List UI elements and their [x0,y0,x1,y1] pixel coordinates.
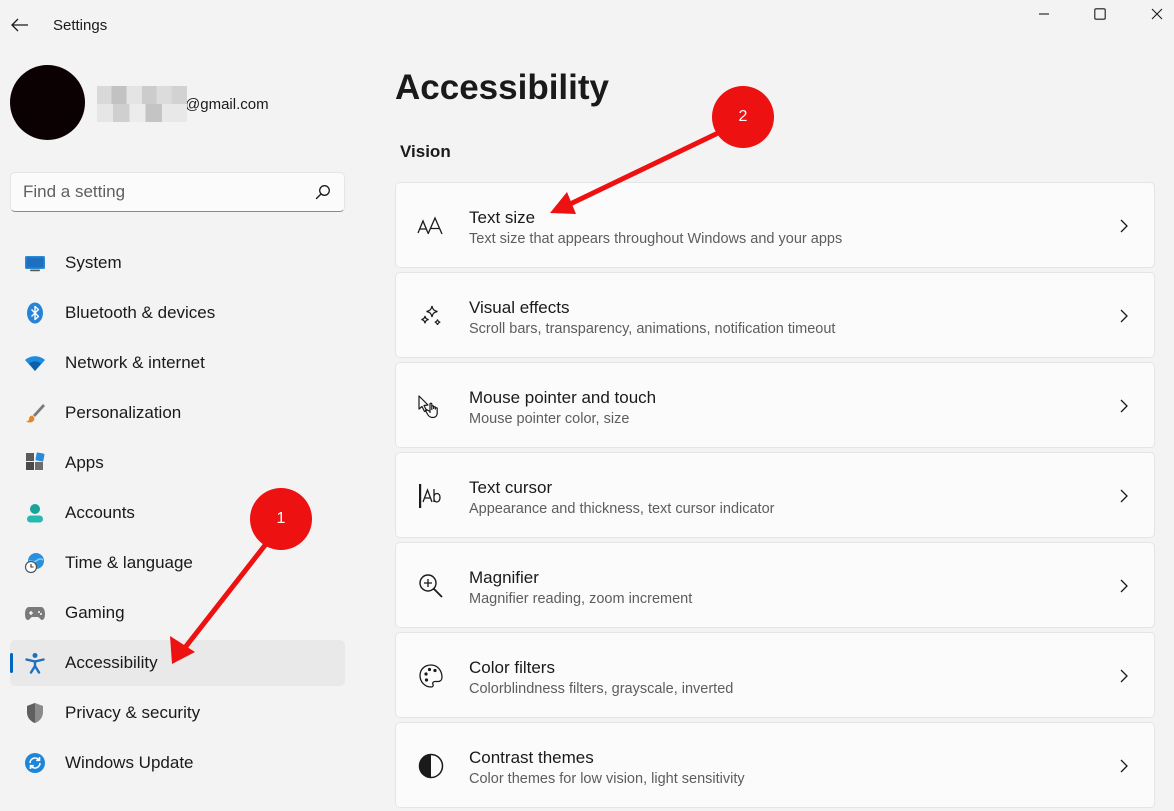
email-domain: @gmail.com [185,95,269,113]
maximize-icon [1094,8,1106,20]
shield-icon [24,702,46,724]
card-subtitle: Magnifier reading, zoom increment [469,591,693,607]
sidebar-item-personalization[interactable]: Personalization [10,390,345,436]
pointer-icon [416,393,446,419]
sidebar-item-time-language[interactable]: Time & language [10,540,345,586]
chevron-right-icon [1118,667,1130,685]
sidebar-item-label: Network & internet [65,353,205,372]
text-cursor-icon [416,483,446,509]
sidebar-item-label: Accounts [65,503,135,522]
back-arrow-icon [11,18,28,32]
sidebar-item-bluetooth[interactable]: Bluetooth & devices [10,290,345,336]
card-title: Contrast themes [469,748,594,767]
chevron-right-icon [1118,577,1130,595]
sidebar-item-label: Gaming [65,603,125,622]
gamepad-icon [24,602,46,624]
brush-icon [24,402,46,424]
back-button[interactable] [9,14,31,36]
sidebar-item-gaming[interactable]: Gaming [10,590,345,636]
accounts-icon [24,502,46,524]
search-input[interactable] [23,182,314,202]
minimize-icon [1039,13,1049,15]
search-icon[interactable] [314,183,332,201]
apps-icon [24,452,46,474]
title-bar: Settings [0,0,1174,48]
card-subtitle: Text size that appears throughout Window… [469,231,843,247]
card-magnifier[interactable]: Magnifier Magnifier reading, zoom increm… [395,542,1155,628]
sidebar-item-label: System [65,253,122,272]
sparkle-icon [416,303,446,329]
sidebar-item-system[interactable]: System [10,240,345,286]
magnifier-icon [416,573,446,599]
sidebar-item-windows-update[interactable]: Windows Update [10,740,345,786]
chevron-right-icon [1118,487,1130,505]
chevron-right-icon [1118,757,1130,775]
card-subtitle: Colorblindness filters, grayscale, inver… [469,681,734,697]
card-text-size[interactable]: Text size Text size that appears through… [395,182,1155,268]
card-color-filters[interactable]: Color filters Colorblindness filters, gr… [395,632,1155,718]
close-button[interactable] [1146,3,1168,25]
minimize-button[interactable] [1033,3,1055,25]
close-icon [1151,8,1163,20]
sidebar-item-network[interactable]: Network & internet [10,340,345,386]
sidebar-item-label: Privacy & security [65,703,201,722]
chevron-right-icon [1118,307,1130,325]
card-mouse-pointer-touch[interactable]: Mouse pointer and touch Mouse pointer co… [395,362,1155,448]
page-title: Accessibility [395,68,609,107]
sidebar-item-label: Personalization [65,403,182,422]
palette-icon [416,663,446,689]
card-title: Visual effects [469,298,570,317]
card-title: Color filters [469,658,555,677]
card-title: Text size [469,208,536,227]
card-subtitle: Appearance and thickness, text cursor in… [469,501,775,517]
search-box[interactable] [10,172,345,212]
card-title: Mouse pointer and touch [469,388,657,407]
contrast-icon [416,753,446,779]
card-subtitle: Mouse pointer color, size [469,411,630,427]
chevron-right-icon [1118,397,1130,415]
card-subtitle: Color themes for low vision, light sensi… [469,771,745,787]
settings-card-list: Text size Text size that appears through… [395,182,1155,811]
app-title: Settings [53,17,108,34]
card-title: Magnifier [469,568,539,587]
avatar[interactable] [10,65,85,140]
card-contrast-themes[interactable]: Contrast themes Color themes for low vis… [395,722,1155,808]
update-icon [24,752,46,774]
annotation-marker-1: 1 [250,488,312,550]
sidebar-item-apps[interactable]: Apps [10,440,345,486]
sidebar-item-label: Accessibility [65,653,158,672]
bluetooth-icon [24,302,46,324]
text-size-icon [416,213,446,239]
accessibility-icon [24,652,46,674]
account-email: @gmail.com [97,86,269,122]
sidebar-item-label: Bluetooth & devices [65,303,216,322]
sidebar-item-privacy-security[interactable]: Privacy & security [10,690,345,736]
time-language-icon [24,552,46,574]
maximize-button[interactable] [1089,3,1111,25]
system-icon [24,252,46,274]
sidebar-item-label: Apps [65,453,104,472]
sidebar-item-label: Windows Update [65,753,194,772]
email-redaction [97,86,187,122]
section-title: Vision [400,142,451,161]
card-text-cursor[interactable]: Text cursor Appearance and thickness, te… [395,452,1155,538]
chevron-right-icon [1118,217,1130,235]
annotation-marker-2: 2 [712,86,774,148]
card-subtitle: Scroll bars, transparency, animations, n… [469,321,836,337]
wifi-icon [24,352,46,374]
sidebar-item-accessibility[interactable]: Accessibility [10,640,345,686]
sidebar-item-label: Time & language [65,553,193,572]
card-visual-effects[interactable]: Visual effects Scroll bars, transparency… [395,272,1155,358]
card-title: Text cursor [469,478,553,497]
